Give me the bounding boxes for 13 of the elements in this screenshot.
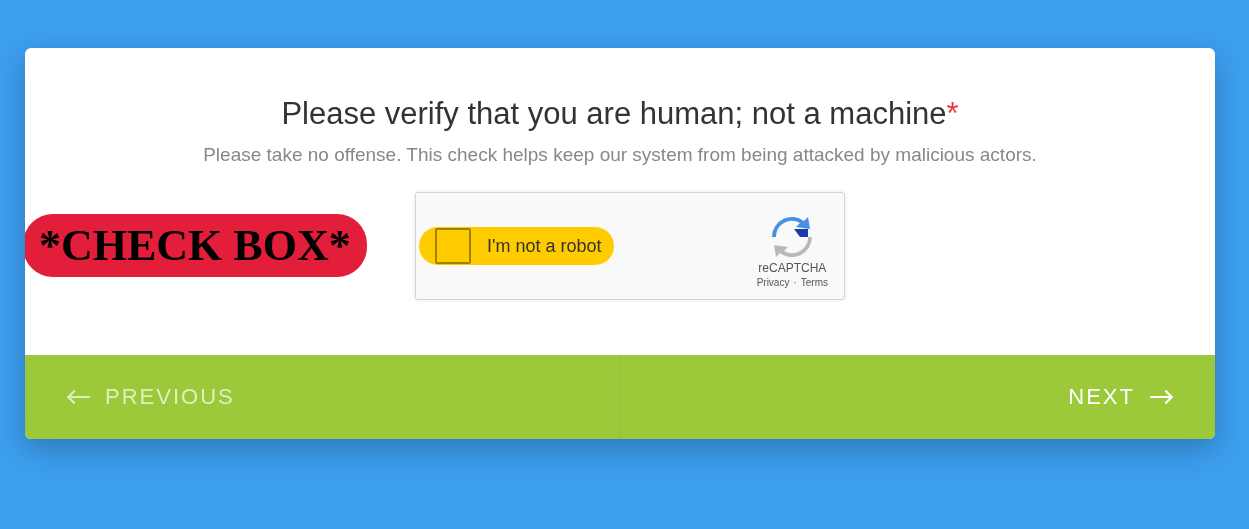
- recaptcha-logo-icon: [770, 214, 815, 259]
- terms-link[interactable]: Terms: [800, 276, 828, 288]
- left-arrow-icon: [65, 388, 91, 406]
- privacy-link[interactable]: Privacy: [756, 276, 790, 288]
- title: Please verify that you are human; not a machine: [281, 96, 947, 131]
- separator: ·: [793, 276, 797, 288]
- annotation-label: *CHECK BOX*: [25, 214, 367, 277]
- subtitle: Please take no offense. This check helps keep our system from being attacked by malicious actors.: [202, 144, 1038, 166]
- checkbox-label: I'm not a robot: [487, 235, 602, 257]
- checkbox[interactable]: [435, 228, 471, 264]
- brand-name: reCAPTCHA: [758, 260, 827, 275]
- required-mark: *: [946, 96, 959, 131]
- right-arrow-icon: [1149, 388, 1175, 406]
